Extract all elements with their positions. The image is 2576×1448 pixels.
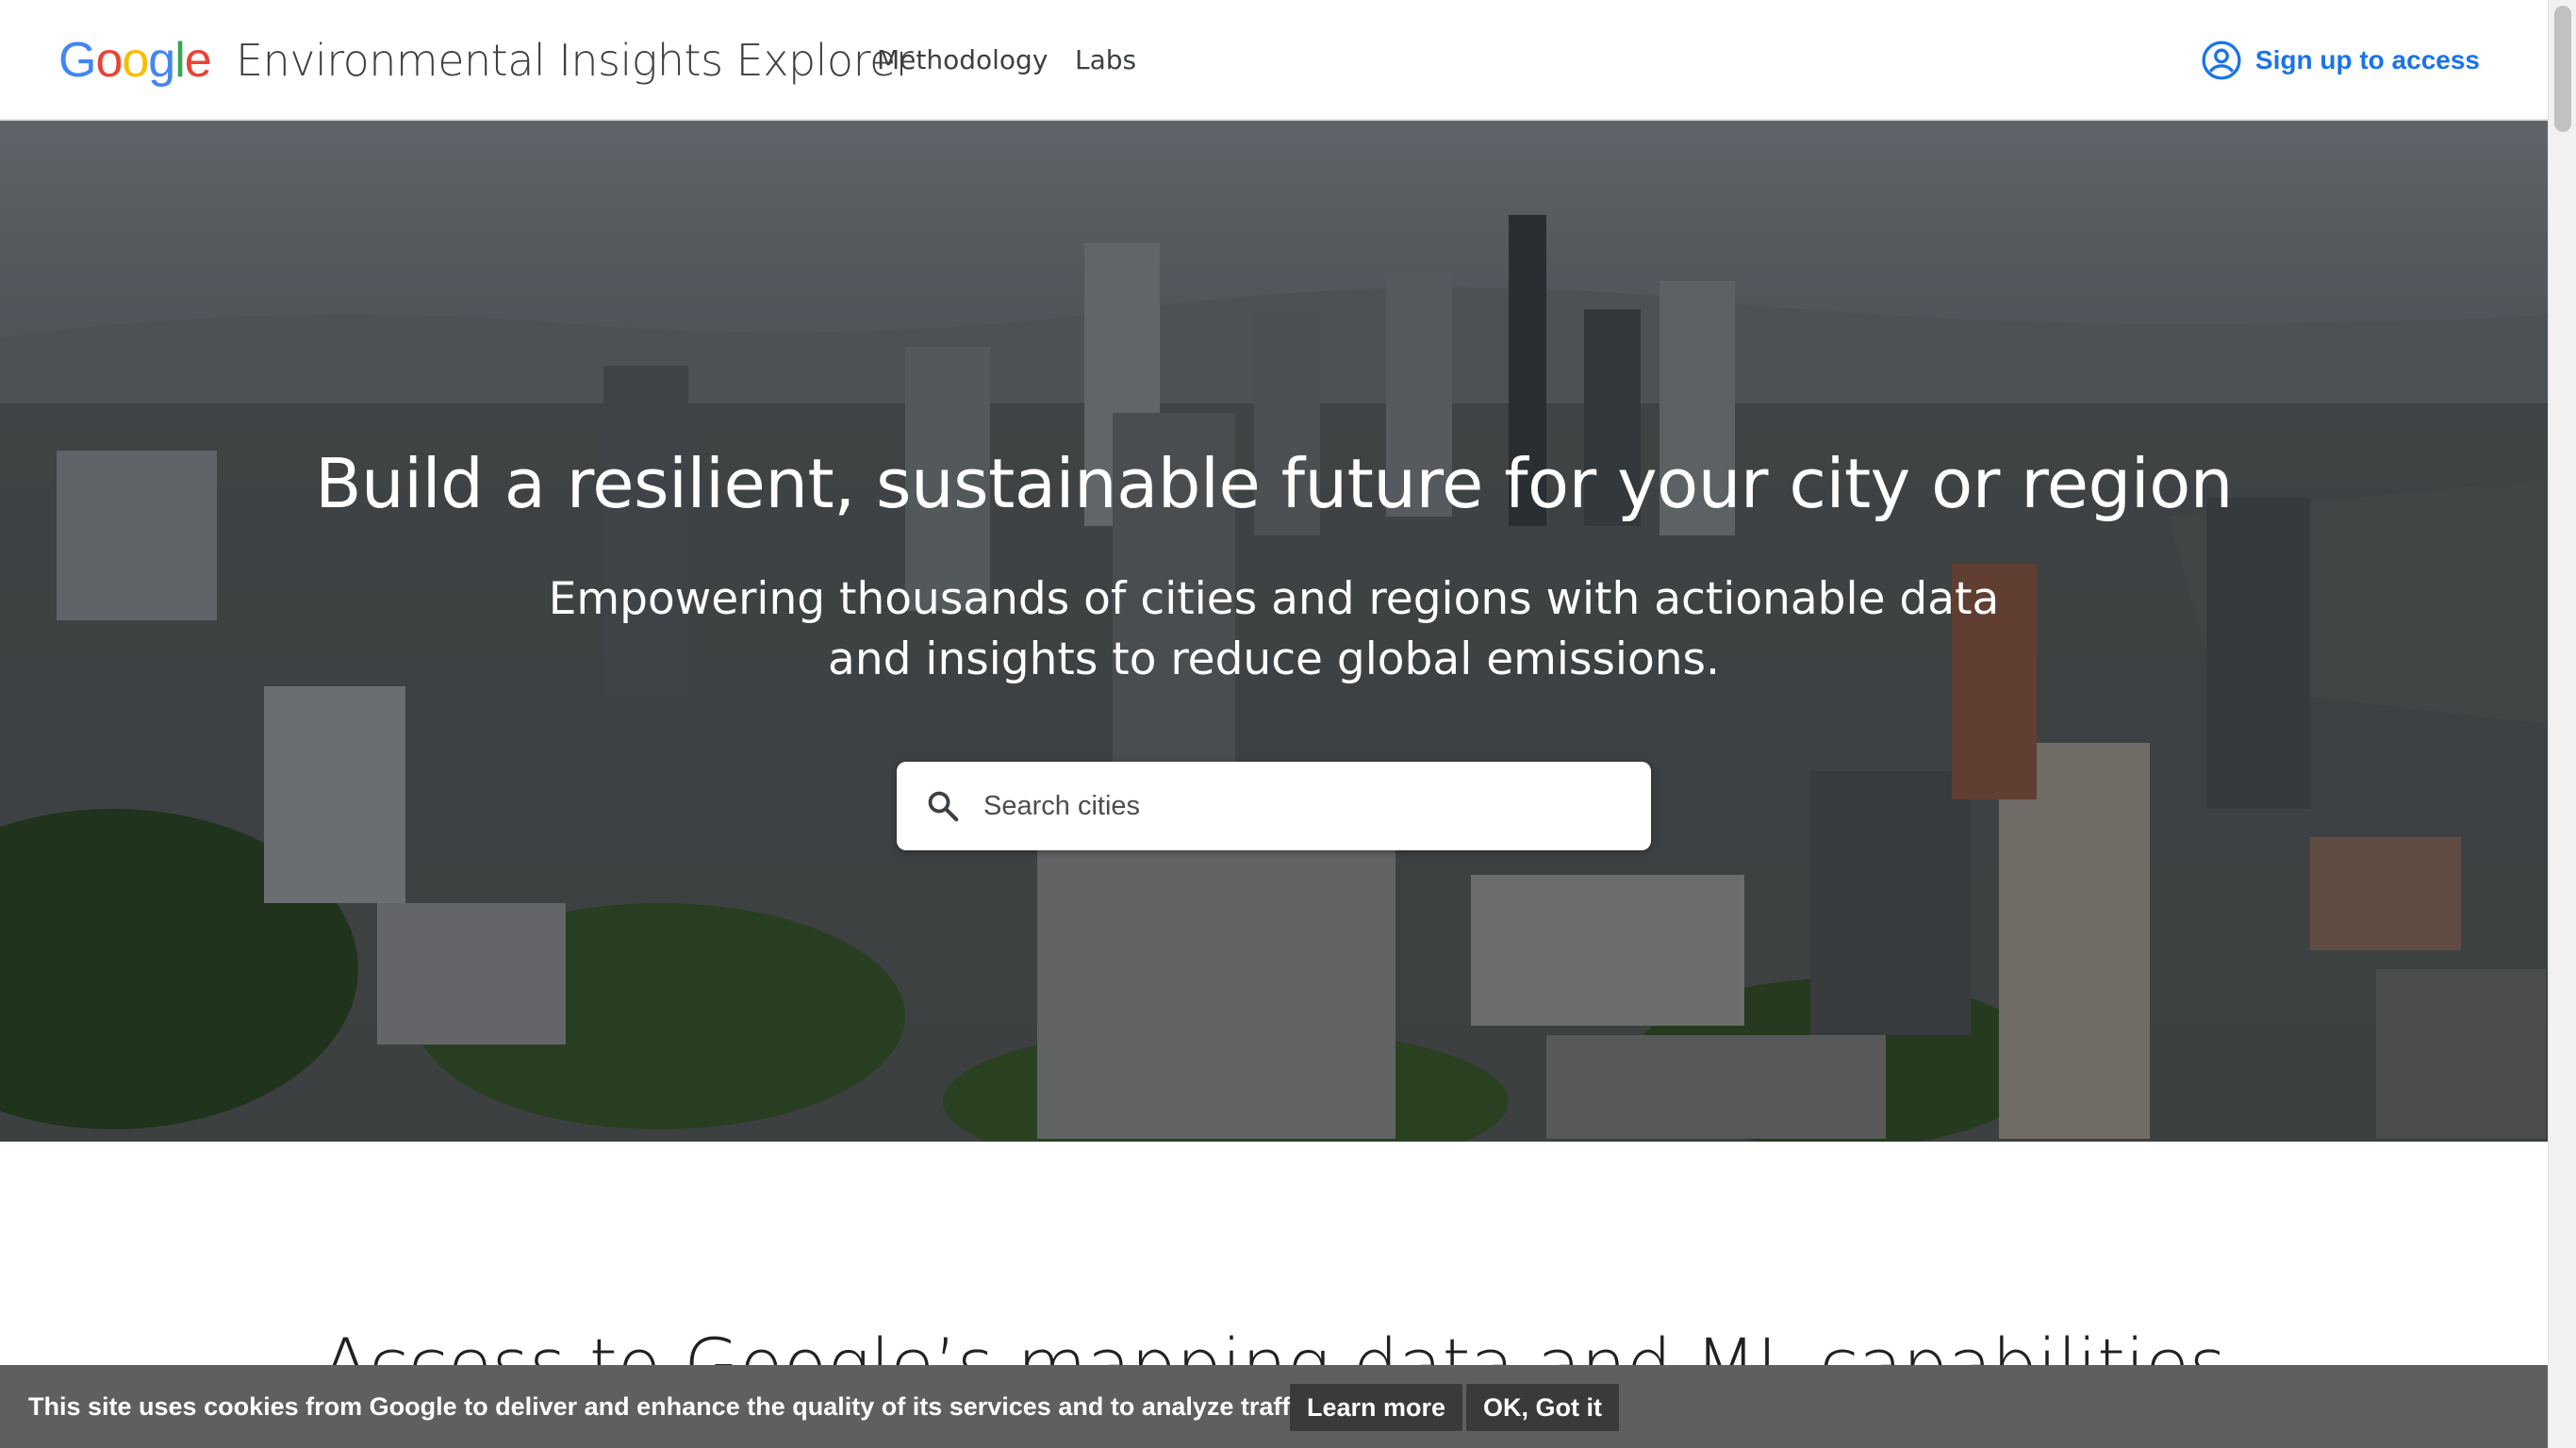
logo-letter: G <box>58 33 96 88</box>
app-title[interactable]: Environmental Insights Explorer <box>236 34 914 87</box>
logo-letter: g <box>148 33 175 88</box>
scrollbar-thumb[interactable] <box>2554 6 2571 132</box>
nav-link-labs[interactable]: Labs <box>1075 43 1136 77</box>
page-scrollbar[interactable] <box>2548 0 2576 1448</box>
cookie-notice-text: This site uses cookies from Google to de… <box>28 1392 1319 1421</box>
google-logo[interactable]: Google <box>58 32 212 89</box>
hero-banner: Build a resilient, sustainable future fo… <box>0 121 2548 1142</box>
sign-up-button[interactable]: Sign up to access <box>2201 38 2480 83</box>
city-search-box[interactable] <box>897 762 1651 850</box>
hero-subtitle: Empowering thousands of cities and regio… <box>520 569 2028 690</box>
top-app-bar: Google Environmental Insights Explorer M… <box>0 0 2548 121</box>
ok-got-it-button[interactable]: OK, Got it <box>1466 1384 1619 1431</box>
logo-letter: e <box>184 33 212 88</box>
nav-link-methodology[interactable]: Methodology <box>877 43 1048 77</box>
hero-title: Build a resilient, sustainable future fo… <box>315 444 2233 523</box>
learn-more-button[interactable]: Learn more <box>1290 1384 1463 1431</box>
search-icon <box>928 791 959 822</box>
logo-letter: o <box>95 33 123 88</box>
account-circle-icon <box>2202 41 2241 80</box>
hero-subtitle-line: and insights to reduce global emissions. <box>828 634 1720 685</box>
logo-letter: l <box>174 33 186 88</box>
logo-letter: o <box>122 33 149 88</box>
cookie-consent-bar: This site uses cookies from Google to de… <box>0 1365 2548 1448</box>
hero-subtitle-line: Empowering thousands of cities and regio… <box>548 573 2000 625</box>
search-input[interactable] <box>983 762 1625 850</box>
sign-up-label: Sign up to access <box>2254 45 2480 74</box>
